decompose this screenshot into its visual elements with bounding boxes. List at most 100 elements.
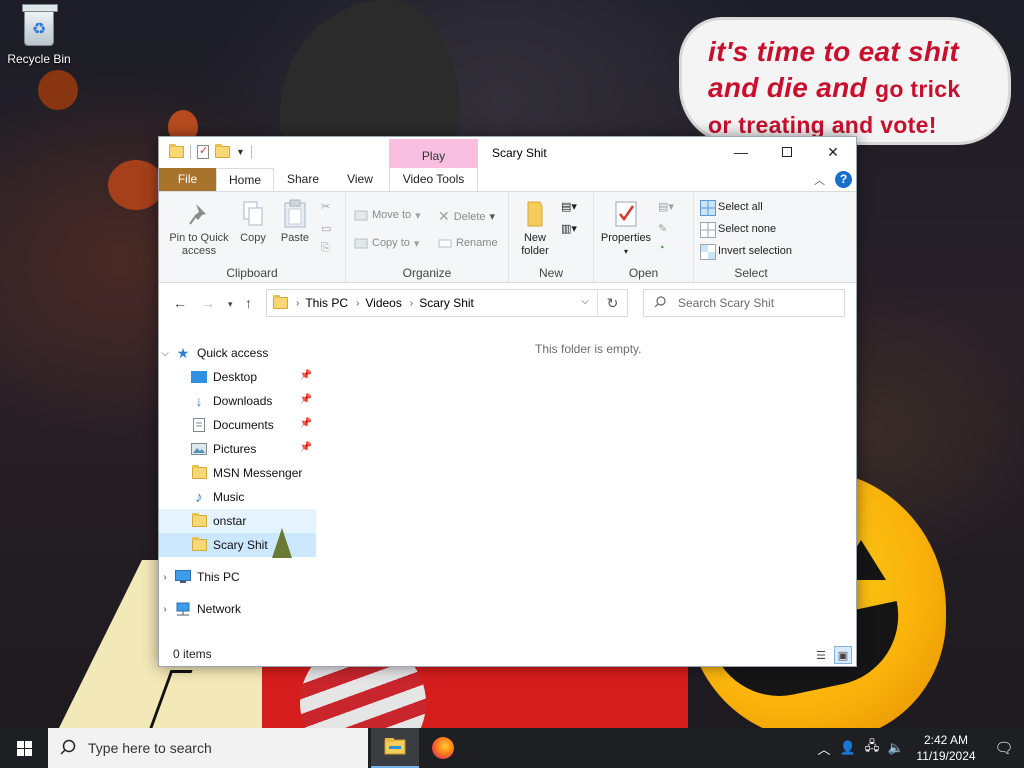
maximize-button[interactable] xyxy=(764,137,810,167)
paste-button[interactable]: Paste xyxy=(275,199,315,245)
nav-music[interactable]: ♪ Music xyxy=(159,485,316,509)
folder-icon xyxy=(273,295,288,309)
nav-onstar[interactable]: onstar xyxy=(159,509,316,533)
clock-time: 2:42 AM xyxy=(923,733,969,747)
address-dropdown-icon[interactable]: ⌵ xyxy=(581,296,589,307)
invert-selection-icon xyxy=(700,244,716,260)
nav-scary-shit[interactable]: Scary Shit xyxy=(159,533,316,557)
tab-view[interactable]: View xyxy=(329,168,391,191)
copy-button[interactable]: Copy xyxy=(235,200,271,245)
move-to-button[interactable]: Move to ▾ xyxy=(354,208,421,222)
ribbon: Pin to Quick access Copy Paste ✂ ▭ ⎘ Cli… xyxy=(159,191,856,284)
edit-button[interactable]: ✎ xyxy=(658,222,667,235)
back-arrow-icon[interactable]: ← xyxy=(173,295,187,311)
scissors-icon: ✂ xyxy=(321,201,331,213)
open-button[interactable]: ▤▾ xyxy=(658,200,674,213)
select-none-button[interactable]: Select none xyxy=(700,222,776,238)
delete-button[interactable]: ✕ Delete ▾ xyxy=(438,208,495,225)
refresh-icon[interactable]: ↻ xyxy=(597,290,627,316)
tab-home[interactable]: Home xyxy=(216,168,274,192)
search-placeholder: Search Scary Shit xyxy=(678,296,775,310)
pin-icon: 📌 xyxy=(299,370,312,381)
rename-button[interactable]: Rename xyxy=(438,236,498,250)
recent-locations-icon[interactable]: ▾ xyxy=(228,299,233,310)
collapsed-chevron-icon[interactable]: › xyxy=(159,572,171,583)
volume-icon[interactable]: 🔈 xyxy=(884,740,908,756)
paste-shortcut-button[interactable]: ⎘ xyxy=(321,242,330,255)
copy-path-button[interactable]: ▭ xyxy=(321,222,331,235)
clipboard-group-label: Clipboard xyxy=(226,266,278,280)
select-group: Select all Select none Invert selection … xyxy=(694,192,808,284)
recycle-bin-shortcut[interactable]: ♻ Recycle Bin xyxy=(4,4,74,66)
tab-video-tools[interactable]: Video Tools xyxy=(389,168,478,191)
user-status-icon[interactable]: 👤 xyxy=(836,740,860,756)
nav-this-pc[interactable]: › This PC xyxy=(159,565,316,589)
quick-access-toolbar: ▼ xyxy=(169,144,252,159)
nav-quick-access[interactable]: ⌵ ★ Quick access xyxy=(159,341,316,365)
pin-icon xyxy=(186,200,212,228)
new-folder-button[interactable]: New folder xyxy=(515,200,555,258)
firefox-taskbar-button[interactable] xyxy=(419,728,467,768)
new-group-label: New xyxy=(538,266,563,280)
large-icons-view-icon[interactable]: ▣ xyxy=(834,646,852,664)
file-explorer-taskbar-button[interactable] xyxy=(371,728,419,768)
details-view-icon[interactable]: ☰ xyxy=(812,646,830,664)
pin-to-quick-access-button[interactable]: Pin to Quick access xyxy=(165,200,233,258)
collapse-ribbon-icon[interactable]: ︿ xyxy=(814,172,825,188)
music-note-icon: ♪ xyxy=(195,488,203,506)
title-bar[interactable]: ▼ Play Scary Shit — ✕ xyxy=(159,137,856,168)
properties-qat-icon[interactable] xyxy=(197,144,209,159)
item-count: 0 items xyxy=(173,647,212,661)
select-all-button[interactable]: Select all xyxy=(700,200,763,216)
nav-downloads[interactable]: ↓ Downloads 📌 xyxy=(159,389,316,413)
easy-access-button[interactable]: ▥▾ xyxy=(561,222,577,235)
notifications-icon[interactable]: 🗨 xyxy=(984,739,1024,757)
windows-logo-icon xyxy=(16,740,32,756)
new-folder-qat-icon[interactable] xyxy=(215,144,230,158)
copy-path-icon: ▭ xyxy=(321,223,332,235)
search-box[interactable]: Search Scary Shit xyxy=(643,289,845,317)
new-item-icon: ▤▾ xyxy=(561,201,577,213)
help-icon[interactable]: ? xyxy=(835,171,852,188)
nav-documents[interactable]: Documents 📌 xyxy=(159,413,316,437)
address-bar[interactable]: › This PC › Videos › Scary Shit ⌵ ↻ xyxy=(266,289,628,317)
taskbar: Type here to search ︿ 👤 🖧 🔈 2:42 AM 11/1… xyxy=(0,728,1024,768)
documents-icon xyxy=(191,418,207,432)
breadcrumb-videos[interactable]: Videos xyxy=(365,296,401,310)
forward-arrow-icon[interactable]: → xyxy=(201,295,215,311)
expanded-chevron-icon[interactable]: ⌵ xyxy=(159,348,171,359)
start-button[interactable] xyxy=(0,728,48,768)
pumpkin-artwork xyxy=(38,70,78,110)
open-group: Properties ▾ ▤▾ ✎ ◔ Open xyxy=(594,192,694,284)
history-button[interactable]: ◔ xyxy=(658,242,665,254)
network-status-icon[interactable]: 🖧 xyxy=(860,737,884,759)
copy-to-button[interactable]: Copy to ▾ xyxy=(354,236,419,250)
invert-selection-button[interactable]: Invert selection xyxy=(700,244,792,260)
breadcrumb-this-pc[interactable]: This PC xyxy=(305,296,348,310)
close-button[interactable]: ✕ xyxy=(810,137,856,167)
properties-button[interactable]: Properties ▾ xyxy=(598,200,654,258)
copy-to-icon xyxy=(354,236,368,250)
pumpkin-artwork xyxy=(108,160,164,210)
rename-icon xyxy=(438,236,452,250)
download-arrow-icon: ↓ xyxy=(195,393,203,409)
taskbar-search-box[interactable]: Type here to search xyxy=(48,728,368,768)
nav-desktop[interactable]: Desktop 📌 xyxy=(159,365,316,389)
cut-button[interactable]: ✂ xyxy=(321,200,330,213)
tab-share[interactable]: Share xyxy=(277,168,329,191)
organize-group: Move to ▾ Copy to ▾ ✕ Delete ▾ Rename Organ… xyxy=(346,192,509,284)
nav-network[interactable]: › Network xyxy=(159,597,316,621)
tab-file[interactable]: File xyxy=(159,168,216,191)
customize-qat-icon[interactable]: ▼ xyxy=(236,147,245,157)
nav-msn-messenger[interactable]: MSN Messenger xyxy=(159,461,316,485)
breadcrumb-scary-shit[interactable]: Scary Shit xyxy=(419,296,474,310)
window-title: Scary Shit xyxy=(492,146,547,160)
up-arrow-icon[interactable]: ↑ xyxy=(245,295,252,311)
new-item-button[interactable]: ▤▾ xyxy=(561,200,577,213)
minimize-button[interactable]: — xyxy=(718,137,764,167)
clock[interactable]: 2:42 AM 11/19/2024 xyxy=(908,732,984,764)
collapsed-chevron-icon[interactable]: › xyxy=(159,604,171,615)
delete-icon: ✕ xyxy=(438,208,450,224)
nav-pictures[interactable]: Pictures 📌 xyxy=(159,437,316,461)
chevron-up-icon[interactable]: ︿ xyxy=(812,739,836,758)
